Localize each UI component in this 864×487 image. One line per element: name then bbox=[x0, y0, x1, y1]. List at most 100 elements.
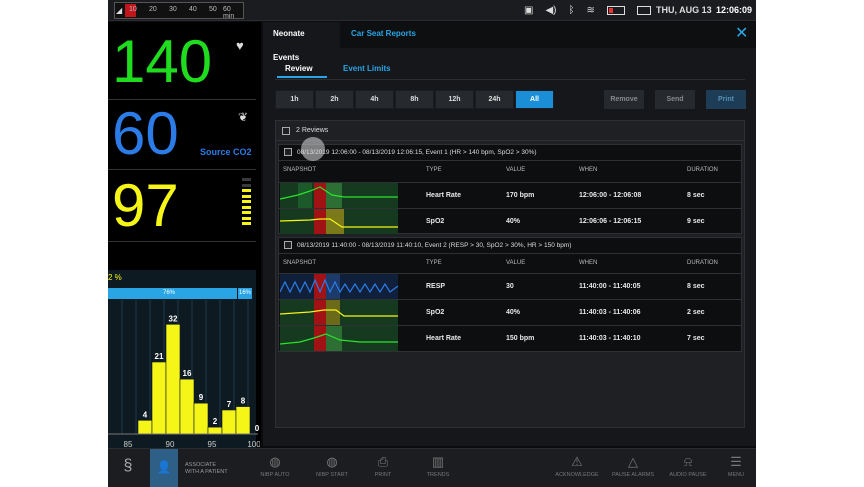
time-filter-2h[interactable]: 2h bbox=[315, 90, 354, 109]
wifi-icon[interactable]: ≋ bbox=[586, 3, 594, 18]
row-when: 11:40:00 - 11:40:05 bbox=[579, 283, 641, 290]
timescale-label: 50 bbox=[209, 6, 217, 13]
acknowledge-button[interactable]: ⚠ ACKNOWLEDGE bbox=[551, 449, 603, 487]
histogram-bar-label: 7 bbox=[227, 400, 232, 409]
print-toolbar-button[interactable]: ⎙ PRINT bbox=[361, 449, 405, 487]
event-row[interactable]: Heart Rate 170 bpm 12:06:00 - 12:06:08 8… bbox=[279, 182, 741, 208]
event-row[interactable]: Heart Rate 150 bpm 11:40:03 - 11:40:10 7… bbox=[279, 325, 741, 351]
add-patient-icon: 👤 bbox=[150, 449, 178, 487]
row-when: 12:06:06 - 12:06:15 bbox=[579, 218, 642, 225]
snapshot-thumbnail bbox=[280, 183, 398, 208]
menu-label: MENU bbox=[727, 472, 745, 478]
col-value: VALUE bbox=[506, 167, 526, 173]
print-button[interactable]: Print bbox=[706, 90, 746, 109]
lungs-icon: ❦ bbox=[238, 110, 249, 124]
histogram-bar bbox=[193, 402, 209, 435]
signal-segment bbox=[242, 205, 251, 209]
row-value: 40% bbox=[506, 218, 521, 225]
row-duration: 7 sec bbox=[687, 335, 705, 342]
nibp-auto-button[interactable]: ◍ NIBP AUTO bbox=[250, 449, 300, 487]
co2-source-label: Source CO2 bbox=[200, 147, 252, 157]
event-checkbox[interactable] bbox=[284, 148, 292, 156]
nibp-start-button[interactable]: ◍ NIBP START bbox=[307, 449, 357, 487]
row-when: 11:40:03 - 11:40:10 bbox=[579, 335, 641, 342]
speaker-icon[interactable]: ◀) bbox=[545, 3, 556, 18]
bluetooth-icon[interactable]: ᛒ bbox=[568, 3, 574, 18]
event-row[interactable]: RESP 30 11:40:00 - 11:40:05 8 sec bbox=[279, 273, 741, 299]
tab-car-seat-reports[interactable]: Car Seat Reports bbox=[341, 22, 426, 48]
snapshot-thumbnail bbox=[280, 326, 398, 351]
hamburger-icon: ☰ bbox=[730, 454, 742, 469]
time-filter-all[interactable]: All bbox=[515, 90, 554, 109]
histogram-percent-label: 2 % bbox=[108, 273, 122, 282]
heart-rate-tile[interactable]: 140 ♥ bbox=[108, 22, 256, 100]
col-type: TYPE bbox=[426, 167, 442, 173]
histogram-bar bbox=[137, 419, 153, 435]
row-type: Heart Rate bbox=[426, 192, 462, 199]
row-type: Heart Rate bbox=[426, 335, 462, 342]
histogram-bar-label: 21 bbox=[155, 352, 164, 361]
audio-pause-button[interactable]: ⍾ AUDIO PAUSE bbox=[663, 449, 713, 487]
event-row[interactable]: SpO2 40% 12:06:06 - 12:06:15 9 sec bbox=[279, 208, 741, 234]
select-all-checkbox[interactable] bbox=[282, 127, 290, 135]
col-snapshot: SNAPSHOT bbox=[283, 167, 317, 173]
event-title: 08/13/2019 12:06:00 - 08/13/2019 12:06:1… bbox=[297, 149, 537, 156]
row-value: 30 bbox=[506, 283, 514, 290]
bottom-toolbar: § 👤 ASSOCIATE WITH A PATIENT ◍ NIBP AUTO… bbox=[108, 448, 756, 487]
col-when: WHEN bbox=[579, 167, 598, 173]
plug-icon bbox=[636, 6, 651, 15]
co2-tile[interactable]: 60 ❦ Source CO2 bbox=[108, 100, 256, 170]
range-label-high: 16% bbox=[239, 290, 252, 296]
print-label: PRINT bbox=[374, 472, 392, 478]
close-icon[interactable]: ✕ bbox=[735, 26, 748, 42]
battery-icon bbox=[606, 6, 625, 15]
acknowledge-label: ACKNOWLEDGE bbox=[555, 472, 599, 478]
reviews-header: 2 Reviews bbox=[276, 121, 744, 141]
time-filter-8h[interactable]: 8h bbox=[395, 90, 434, 109]
send-button[interactable]: Send bbox=[655, 90, 695, 109]
time-filter-1h[interactable]: 1h bbox=[275, 90, 314, 109]
time-filter-12h[interactable]: 12h bbox=[435, 90, 474, 109]
co2-value: 60 bbox=[112, 100, 179, 167]
histogram-bar bbox=[151, 361, 167, 435]
histogram-bar-label: 32 bbox=[169, 314, 178, 323]
row-value: 150 bpm bbox=[506, 335, 535, 342]
event-row[interactable]: SpO2 40% 11:40:03 - 11:40:06 2 sec bbox=[279, 299, 741, 325]
screen-icon[interactable]: ▣ bbox=[524, 3, 533, 18]
events-panel: Neonate Events Car Seat Reports ✕ Review… bbox=[263, 22, 756, 446]
event-card-2[interactable]: 08/13/2019 11:40:00 - 08/13/2019 11:40:1… bbox=[278, 237, 742, 352]
heart-rate-value: 140 bbox=[112, 28, 213, 95]
row-when: 11:40:03 - 11:40:06 bbox=[579, 309, 641, 316]
subtab-event-limits[interactable]: Event Limits bbox=[343, 64, 391, 73]
time-filter-4h[interactable]: 4h bbox=[355, 90, 394, 109]
menu-button[interactable]: ☰ MENU bbox=[718, 449, 754, 487]
pause-alarms-label: PAUSE ALARMS bbox=[611, 472, 655, 478]
histogram-range-bar: 76% 16% bbox=[108, 288, 252, 299]
home-button[interactable]: § bbox=[108, 449, 148, 487]
spo2-tile[interactable]: 97 bbox=[108, 170, 256, 242]
pause-alarms-button[interactable]: △ PAUSE ALARMS bbox=[607, 449, 659, 487]
signal-segment bbox=[242, 194, 251, 198]
signal-segment bbox=[242, 200, 251, 203]
reviews-list: 2 Reviews 08/13/2019 12:06:00 - 08/13/20… bbox=[275, 120, 745, 428]
event-checkbox[interactable] bbox=[284, 241, 292, 249]
monitor-screen: ◢ 10 20 30 40 50 60 min ▣ ◀) ᛒ ≋ THU, AU… bbox=[108, 0, 756, 487]
subtab-active-underline bbox=[277, 76, 327, 78]
row-when: 12:06:00 - 12:06:08 bbox=[579, 192, 642, 199]
timescale-strip[interactable]: ◢ 10 20 30 40 50 60 min bbox=[114, 2, 244, 20]
snapshot-thumbnail bbox=[280, 274, 398, 299]
associate-patient-button[interactable]: 👤 ASSOCIATE WITH A PATIENT bbox=[150, 449, 242, 487]
event-card-1[interactable]: 08/13/2019 12:06:00 - 08/13/2019 12:06:1… bbox=[278, 144, 742, 234]
status-icons: ▣ ◀) ᛒ ≋ bbox=[524, 3, 651, 18]
tab-neonate-events[interactable]: Neonate Events bbox=[263, 22, 340, 62]
trends-button[interactable]: ▥ TRENDS bbox=[414, 449, 462, 487]
subtab-review[interactable]: Review bbox=[285, 64, 313, 73]
signal-segment bbox=[242, 211, 251, 214]
remove-button[interactable]: Remove bbox=[604, 90, 644, 109]
logo-icon: § bbox=[123, 457, 133, 474]
time-filter-24h[interactable]: 24h bbox=[475, 90, 514, 109]
spo2-signal-bar bbox=[242, 178, 251, 228]
col-snapshot: SNAPSHOT bbox=[283, 260, 317, 266]
signal-segment bbox=[242, 178, 251, 181]
bell-icon: ⍾ bbox=[683, 454, 693, 469]
